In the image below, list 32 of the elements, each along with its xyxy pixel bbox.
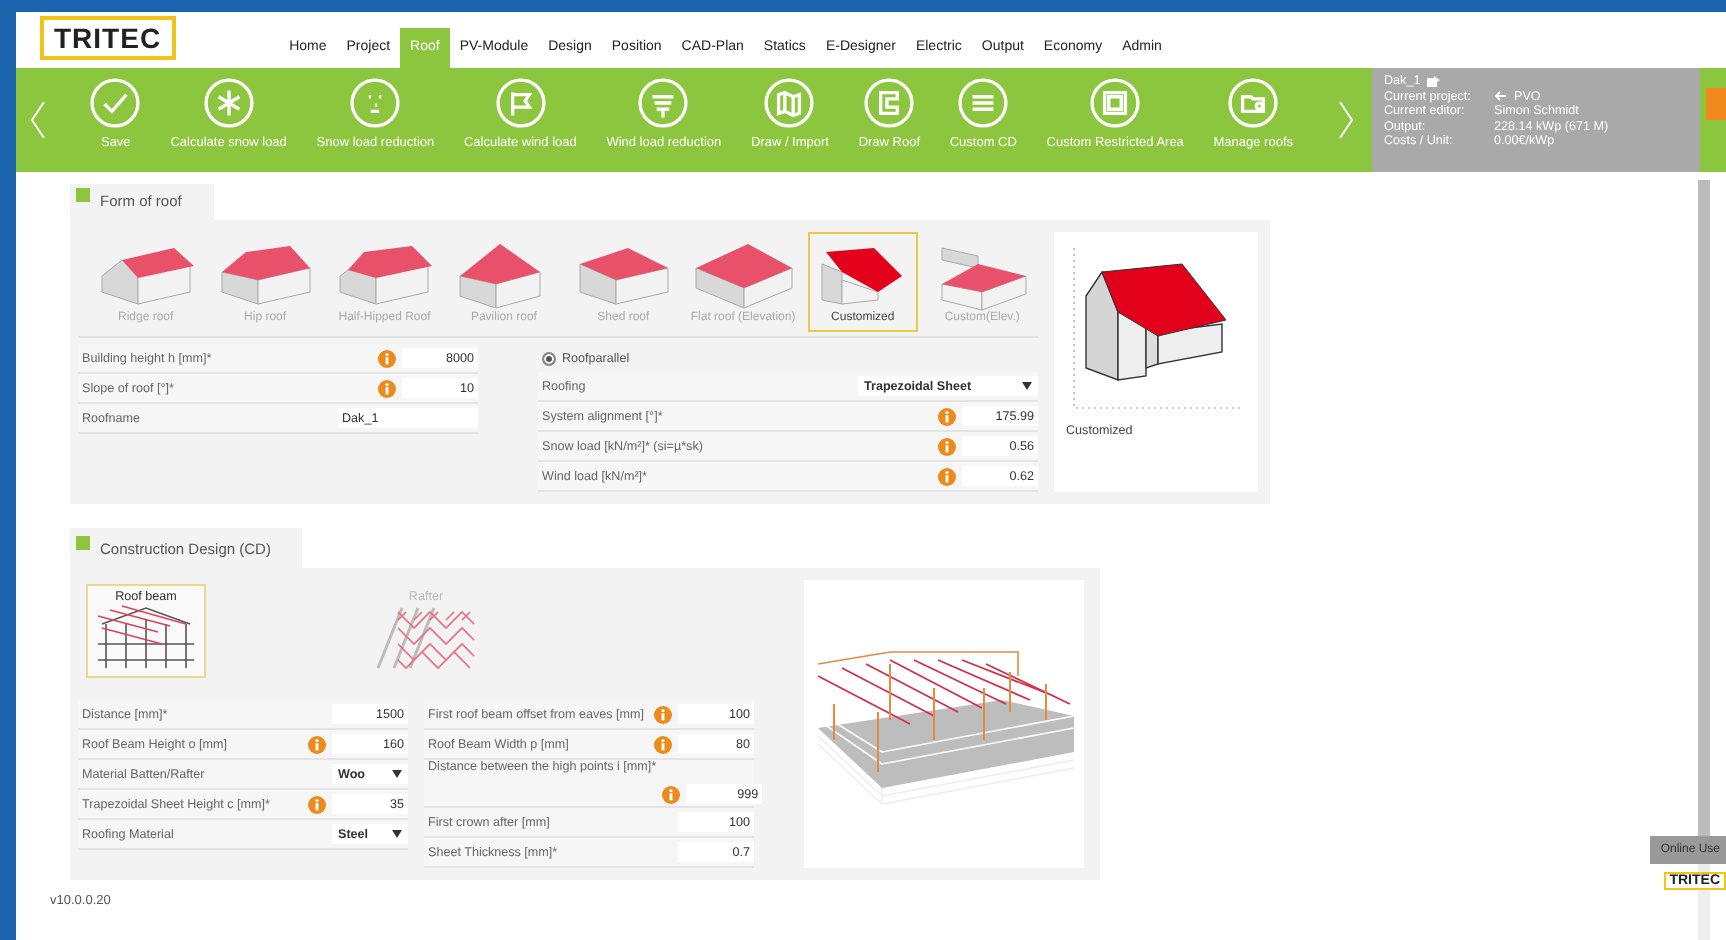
section-marker xyxy=(76,188,90,202)
dots-icon xyxy=(350,78,401,128)
chevron-left-icon xyxy=(30,100,46,140)
lines-icon xyxy=(958,78,1009,128)
info-icon[interactable] xyxy=(378,379,396,397)
snowflake-icon xyxy=(203,78,254,128)
info-icon[interactable] xyxy=(654,705,672,723)
tritec-logo: TRITEC xyxy=(40,16,176,60)
grid-icon xyxy=(1090,78,1141,128)
folder-icon xyxy=(1228,78,1279,128)
info-icon[interactable] xyxy=(378,349,396,367)
info-icon[interactable] xyxy=(938,437,956,455)
info-icon[interactable] xyxy=(654,735,672,753)
frame-icon xyxy=(864,78,915,128)
check-icon xyxy=(90,78,141,128)
rafter-icon xyxy=(374,604,478,672)
info-icon[interactable] xyxy=(662,786,681,804)
info-icon[interactable] xyxy=(938,467,956,485)
flag-icon xyxy=(495,78,546,128)
map-icon xyxy=(764,78,815,128)
caret-icon xyxy=(392,770,402,778)
caret-icon xyxy=(392,830,402,838)
section-marker xyxy=(76,536,90,550)
info-icon[interactable] xyxy=(308,795,326,813)
link-icon xyxy=(1494,90,1508,102)
edit-icon[interactable] xyxy=(1426,75,1441,87)
info-icon[interactable] xyxy=(308,735,326,753)
info-icon[interactable] xyxy=(938,407,956,425)
caret-icon xyxy=(1022,382,1032,390)
chevron-right-icon xyxy=(1338,100,1354,140)
wind-icon xyxy=(638,78,689,128)
roof-beam-icon xyxy=(94,604,198,672)
